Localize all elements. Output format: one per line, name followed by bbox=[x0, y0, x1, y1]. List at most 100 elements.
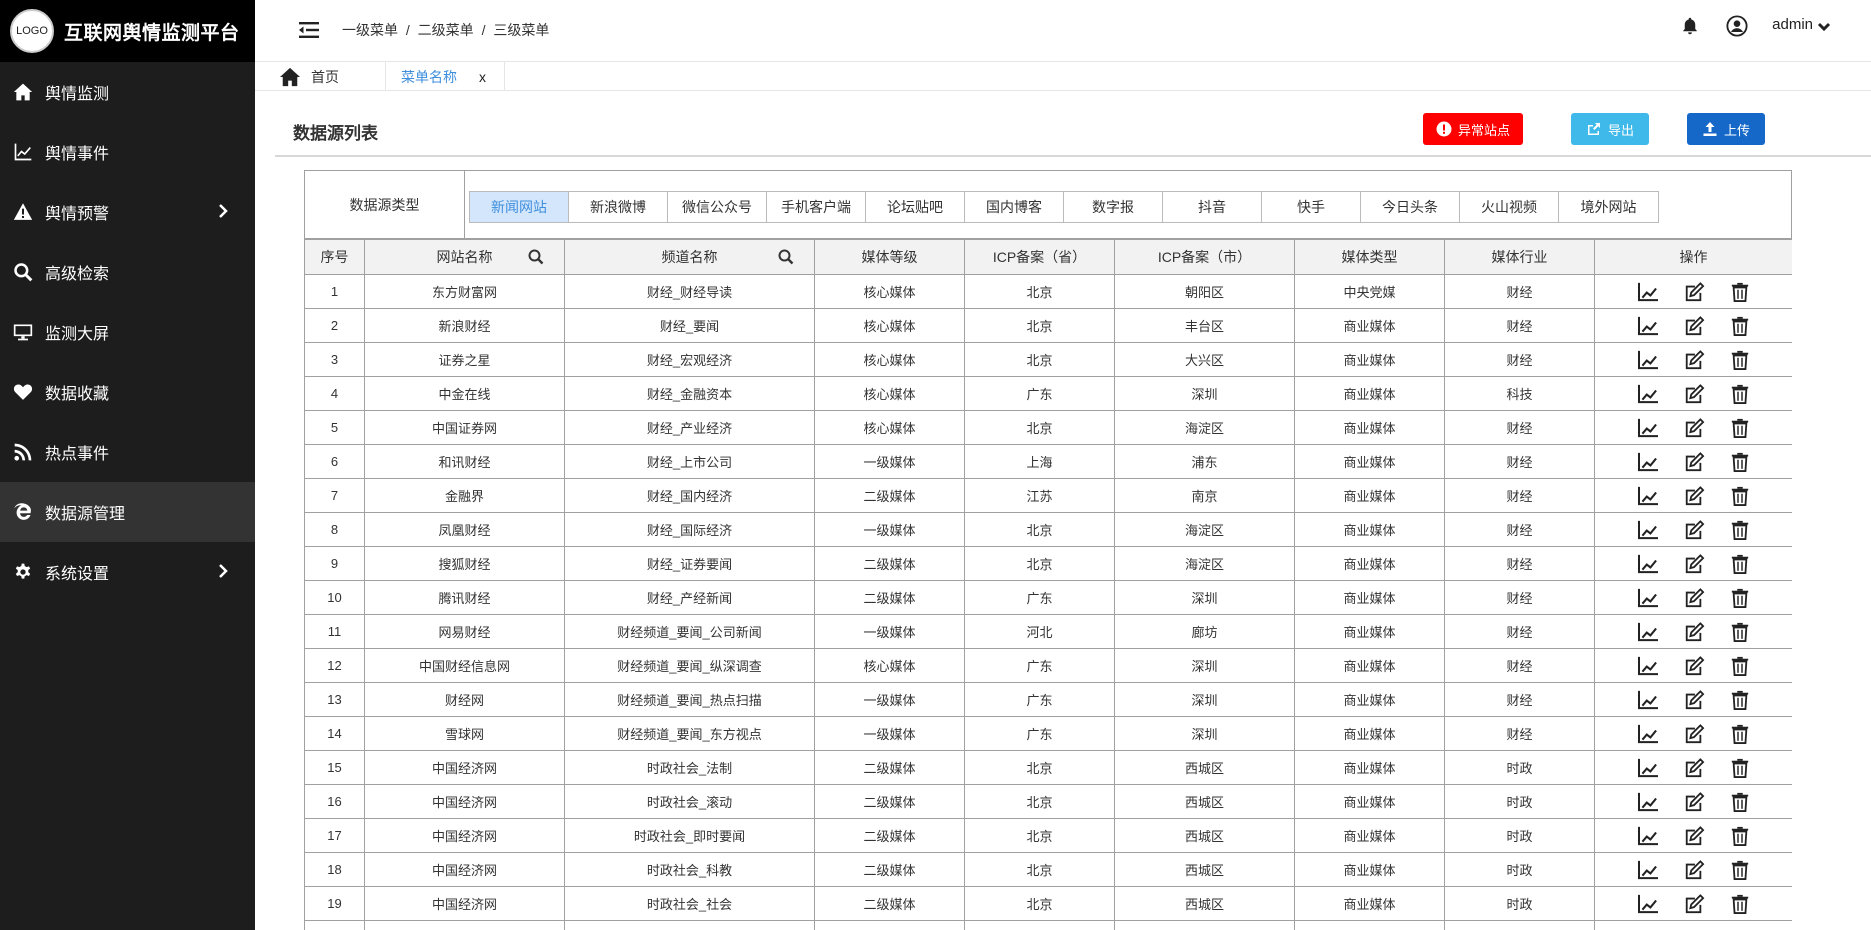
filter-option-6[interactable]: 国内博客 bbox=[965, 192, 1064, 222]
trend-chart-icon[interactable] bbox=[1636, 281, 1660, 303]
trash-icon[interactable] bbox=[1728, 859, 1752, 881]
filter-option-3[interactable]: 微信公众号 bbox=[668, 192, 767, 222]
trend-chart-icon[interactable] bbox=[1636, 315, 1660, 337]
edit-icon[interactable] bbox=[1682, 553, 1706, 575]
trend-chart-icon[interactable] bbox=[1636, 689, 1660, 711]
trend-chart-icon[interactable] bbox=[1636, 587, 1660, 609]
trend-chart-icon[interactable] bbox=[1636, 519, 1660, 541]
filter-option-1[interactable]: 新闻网站 bbox=[470, 192, 569, 222]
filter-option-10[interactable]: 今日头条 bbox=[1361, 192, 1460, 222]
trend-chart-icon[interactable] bbox=[1636, 417, 1660, 439]
trend-chart-icon[interactable] bbox=[1636, 553, 1660, 575]
search-icon[interactable] bbox=[528, 249, 544, 265]
trend-chart-icon[interactable] bbox=[1636, 451, 1660, 473]
trash-icon[interactable] bbox=[1728, 791, 1752, 813]
cell-site-name: 财经网 bbox=[364, 682, 565, 717]
upload-button[interactable]: 上传 bbox=[1687, 113, 1765, 145]
edit-icon[interactable] bbox=[1682, 655, 1706, 677]
edit-icon[interactable] bbox=[1682, 281, 1706, 303]
trend-chart-icon[interactable] bbox=[1636, 349, 1660, 371]
menu-toggle-icon[interactable] bbox=[297, 18, 321, 42]
sidebar-item-7[interactable]: 热点事件 bbox=[0, 422, 255, 482]
trend-chart-icon[interactable] bbox=[1636, 621, 1660, 643]
trash-icon[interactable] bbox=[1728, 281, 1752, 303]
trash-icon[interactable] bbox=[1728, 655, 1752, 677]
user-avatar-icon[interactable] bbox=[1726, 15, 1748, 37]
edit-icon[interactable] bbox=[1682, 621, 1706, 643]
filter-option-5[interactable]: 论坛贴吧 bbox=[866, 192, 965, 222]
trend-chart-icon[interactable] bbox=[1636, 723, 1660, 745]
tab-current[interactable]: 菜单名称 x bbox=[386, 62, 505, 91]
edit-icon[interactable] bbox=[1682, 723, 1706, 745]
abnormal-sites-button[interactable]: 异常站点 bbox=[1423, 113, 1523, 145]
trash-icon[interactable] bbox=[1728, 689, 1752, 711]
tab-home[interactable]: 首页 bbox=[273, 62, 386, 91]
filter-option-4[interactable]: 手机客户端 bbox=[767, 192, 866, 222]
trash-icon[interactable] bbox=[1728, 417, 1752, 439]
edit-icon[interactable] bbox=[1682, 825, 1706, 847]
edit-icon[interactable] bbox=[1682, 893, 1706, 915]
trend-chart-icon[interactable] bbox=[1636, 757, 1660, 779]
trend-chart-icon[interactable] bbox=[1636, 383, 1660, 405]
trash-icon[interactable] bbox=[1728, 757, 1752, 779]
sidebar-item-5[interactable]: 监测大屏 bbox=[0, 302, 255, 362]
edit-icon[interactable] bbox=[1682, 349, 1706, 371]
trash-icon[interactable] bbox=[1728, 553, 1752, 575]
filter-option-2[interactable]: 新浪微博 bbox=[569, 192, 668, 222]
cell-index: 5 bbox=[304, 410, 365, 445]
edit-icon[interactable] bbox=[1682, 417, 1706, 439]
edit-icon[interactable] bbox=[1682, 587, 1706, 609]
trend-chart-icon[interactable] bbox=[1636, 859, 1660, 881]
sidebar-item-8[interactable]: 数据源管理 bbox=[0, 482, 255, 542]
edit-icon[interactable] bbox=[1682, 485, 1706, 507]
edit-icon[interactable] bbox=[1682, 519, 1706, 541]
sidebar-item-4[interactable]: 高级检索 bbox=[0, 242, 255, 302]
search-icon[interactable] bbox=[778, 249, 794, 265]
sidebar-item-3[interactable]: 舆情预警 bbox=[0, 182, 255, 242]
chevron-down-icon[interactable] bbox=[1817, 20, 1831, 32]
sidebar-item-9[interactable]: 系统设置 bbox=[0, 542, 255, 602]
user-name[interactable]: admin bbox=[1772, 16, 1813, 33]
trash-icon[interactable] bbox=[1728, 893, 1752, 915]
edit-icon[interactable] bbox=[1682, 689, 1706, 711]
trash-icon[interactable] bbox=[1728, 315, 1752, 337]
home-icon bbox=[12, 81, 34, 103]
edit-icon[interactable] bbox=[1682, 859, 1706, 881]
trash-icon[interactable] bbox=[1728, 723, 1752, 745]
filter-option-7[interactable]: 数字报 bbox=[1064, 192, 1163, 222]
sidebar-item-2[interactable]: 舆情事件 bbox=[0, 122, 255, 182]
trend-chart-icon[interactable] bbox=[1636, 791, 1660, 813]
breadcrumb-item-2[interactable]: 二级菜单 bbox=[418, 22, 474, 38]
trend-chart-icon[interactable] bbox=[1636, 485, 1660, 507]
filter-option-11[interactable]: 火山视频 bbox=[1460, 192, 1559, 222]
trash-icon[interactable] bbox=[1728, 825, 1752, 847]
trash-icon[interactable] bbox=[1728, 519, 1752, 541]
bell-icon[interactable] bbox=[1681, 16, 1701, 38]
sidebar-item-label: 数据源管理 bbox=[45, 506, 126, 523]
export-button[interactable]: 导出 bbox=[1571, 113, 1649, 145]
trend-chart-icon[interactable] bbox=[1636, 893, 1660, 915]
trash-icon[interactable] bbox=[1728, 587, 1752, 609]
filter-option-9[interactable]: 快手 bbox=[1262, 192, 1361, 222]
sidebar-item-6[interactable]: 数据收藏 bbox=[0, 362, 255, 422]
breadcrumb-item-1[interactable]: 一级菜单 bbox=[342, 22, 398, 38]
trash-icon[interactable] bbox=[1728, 451, 1752, 473]
edit-icon[interactable] bbox=[1682, 757, 1706, 779]
tab-current-label: 菜单名称 bbox=[401, 68, 457, 85]
edit-icon[interactable] bbox=[1682, 315, 1706, 337]
sidebar-item-1[interactable]: 舆情监测 bbox=[0, 62, 255, 122]
edit-icon[interactable] bbox=[1682, 383, 1706, 405]
filter-option-8[interactable]: 抖音 bbox=[1163, 192, 1262, 222]
trash-icon[interactable] bbox=[1728, 621, 1752, 643]
trash-icon[interactable] bbox=[1728, 383, 1752, 405]
tab-close-button[interactable]: x bbox=[479, 69, 486, 85]
trend-chart-icon[interactable] bbox=[1636, 825, 1660, 847]
trash-icon[interactable] bbox=[1728, 485, 1752, 507]
trash-icon[interactable] bbox=[1728, 349, 1752, 371]
edit-icon[interactable] bbox=[1682, 791, 1706, 813]
edit-icon[interactable] bbox=[1682, 451, 1706, 473]
filter-option-12[interactable]: 境外网站 bbox=[1559, 192, 1658, 222]
cell-site-name: 证券之星 bbox=[364, 342, 565, 377]
cell-site-name: 凤凰财经 bbox=[364, 512, 565, 547]
trend-chart-icon[interactable] bbox=[1636, 655, 1660, 677]
